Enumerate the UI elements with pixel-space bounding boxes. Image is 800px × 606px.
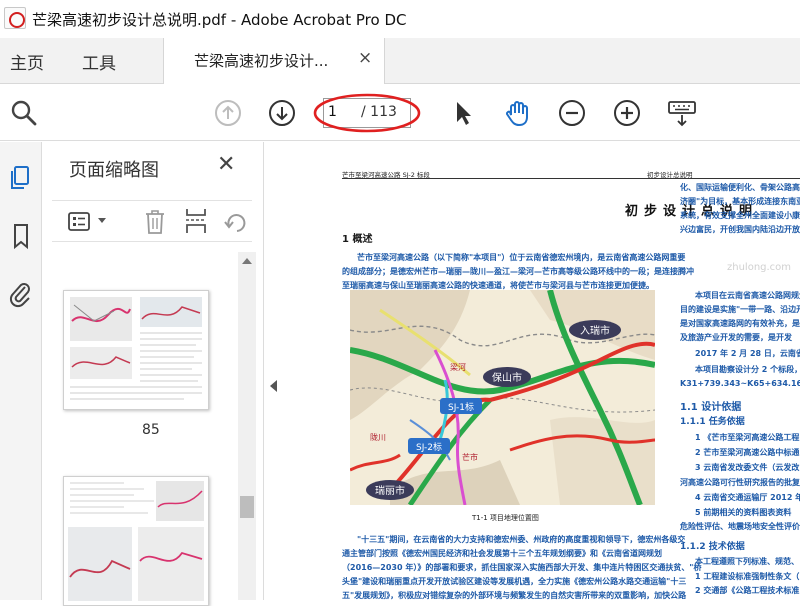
right-column-line: 本项目勘察设计分 2 个标段， — [695, 365, 800, 374]
zoom-out-icon[interactable] — [556, 97, 588, 129]
right-column-line: 本工程遵照下列标准、规范、 — [695, 557, 799, 566]
right-column-line: 危险性评估、地震场地安全性评价 — [680, 522, 800, 531]
right-column-line: 是对国家高速路网的有效补充，是 — [680, 319, 800, 328]
paragraph-line: 的组成部分；是德宏州芒市—瑞丽—陇川—盈江—梁河—芒市高等级公路环线中的一段；是… — [342, 267, 694, 276]
menu-tools[interactable]: 工具 — [82, 49, 116, 74]
page-thumbnails-icon[interactable] — [7, 164, 35, 192]
zoom-search-icon[interactable] — [8, 97, 40, 129]
map-label-segment: SJ-1标 — [448, 401, 474, 413]
section-heading-design-basis: 1.1 设计依据 — [680, 402, 742, 413]
paragraph-line: 芒市至梁河高速公路（以下简称"本项目"）位于云南省德宏州境内，是云南省高速公路网… — [357, 253, 686, 262]
menu-home[interactable]: 主页 — [10, 49, 44, 74]
section-heading-technical-basis: 1.1.2 技术依据 — [680, 542, 745, 552]
navigation-rail — [0, 142, 42, 600]
thumbnails-panel: 页面缩略图 ✕ 85 — [42, 142, 264, 606]
section-heading-task-basis: 1.1.1 任务依据 — [680, 417, 745, 427]
page-thumbnail-85[interactable] — [63, 290, 209, 410]
section-heading-overview: 1 概述 — [342, 234, 373, 245]
pdf-page: 芒市至梁河高速公路 SJ-2 标段 初步设计总说明 初步设计总说明 1 概述 芒… — [287, 142, 800, 600]
bookmarks-icon[interactable] — [7, 222, 35, 250]
paragraph-line: 头堡"建设和瑞丽重点开发开放试验区建设等发展机遇，全力实施《德宏州公路水路交通运… — [342, 577, 687, 586]
delete-page-icon[interactable] — [144, 209, 166, 235]
map-caption: T1-1 项目地理位置图 — [472, 514, 539, 522]
window-title: 芒梁高速初步设计总说明.pdf - Adobe Acrobat Pro DC — [32, 11, 407, 29]
chevron-down-icon[interactable] — [98, 218, 106, 224]
right-column-line: 3 云南省发改委文件（云发改 — [695, 463, 800, 472]
right-column-line: 1 《芒市至梁河高速公路工程 — [695, 433, 800, 442]
thumbnails-scrollbar[interactable] — [238, 252, 256, 600]
tab-bar: 主页 工具 芒梁高速初步设计... × — [0, 38, 800, 84]
document-view[interactable]: 芒市至梁河高速公路 SJ-2 标段 初步设计总说明 初步设计总说明 1 概述 芒… — [287, 142, 800, 600]
right-column-line: 化、国际运输便利化、骨架公路高 — [680, 183, 800, 192]
page-thumbnail-86[interactable] — [63, 476, 209, 606]
paragraph-line: 五"发展规划》，积极应对错综复杂的外部环境与频繁发生的自然灾害所带来的双重影响，… — [342, 591, 687, 600]
right-column-line: 目的建设是实施"一带一路、沿边开 — [680, 305, 800, 314]
collapse-panel-arrow[interactable] — [270, 380, 277, 392]
paragraph-line: 通主管部门按照《德宏州国民经济和社会发展第十三个五年规划纲要》和《云南省道网规划 — [342, 549, 662, 558]
thumbnails-toolbar — [52, 200, 252, 242]
header-rule — [342, 178, 800, 179]
paragraph-line: "十三五"期间，在云南省的大力支持和德宏州委、州政府的高度重视和领导下，德宏州各… — [357, 535, 686, 544]
close-panel-icon[interactable]: ✕ — [217, 152, 235, 177]
right-column-line: 及旅游产业开发的需要，是开发 — [680, 333, 792, 342]
zoom-in-icon[interactable] — [611, 97, 643, 129]
right-column-line: 2017 年 2 月 28 日，云南省发 — [695, 349, 800, 358]
red-annotation-ellipse — [313, 93, 421, 133]
map-label-city: 保山市 — [492, 371, 522, 384]
next-page-icon[interactable] — [266, 97, 298, 129]
right-column-line: 本项目在云南省高速公路网规划 — [695, 291, 800, 300]
document-tab-label: 芒梁高速初步设计... — [194, 52, 329, 70]
right-column-line: 1 工程建设标准强制性条文（ — [695, 572, 800, 581]
right-column-line: 5 前期相关的资料图表资料 — [695, 508, 792, 517]
right-column-line: 2 芒市至梁河高速公路中标通 — [695, 448, 800, 457]
scroll-up-arrow[interactable] — [242, 258, 252, 264]
acrobat-app-icon[interactable] — [4, 7, 26, 29]
attachments-icon[interactable] — [7, 280, 35, 308]
options-menu-icon[interactable] — [68, 211, 94, 233]
map-label-segment: SJ-2标 — [416, 441, 442, 453]
title-bar: 芒梁高速初步设计总说明.pdf - Adobe Acrobat Pro DC — [0, 0, 800, 38]
map-label-town: 陇川 — [370, 432, 386, 442]
right-column-line: 系统，有效支撑全州全面建设小康 — [680, 211, 800, 220]
rotate-page-icon[interactable] — [224, 209, 246, 233]
map-label-city: 瑞丽市 — [375, 484, 405, 497]
project-location-map: 入瑞市 保山市 SJ-1标 SJ-2标 梁河 芒市 陇川 瑞丽市 — [350, 290, 655, 505]
map-label-town: 梁河 — [450, 362, 466, 372]
right-column-line: K31+739.343~K65+634.162 及起 — [680, 379, 800, 388]
map-label-town: 芒市 — [462, 452, 478, 462]
right-column-line: 2 交通部《公路工程技术标准 — [695, 586, 800, 595]
close-tab-icon[interactable]: × — [358, 48, 372, 68]
hand-tool-icon[interactable] — [502, 97, 534, 129]
thumbnail-preview — [70, 297, 202, 400]
document-tab[interactable]: 芒梁高速初步设计... × — [163, 38, 385, 84]
previous-page-icon[interactable] — [212, 97, 244, 129]
right-column-line: 兴边富民，开创我国内陆沿边开放 — [680, 225, 800, 234]
scrollbar-thumb[interactable] — [240, 496, 254, 518]
extract-pages-icon[interactable] — [184, 207, 208, 235]
thumbnails-title: 页面缩略图 — [69, 160, 159, 181]
paragraph-line: （2016—2030 年）》的部署和要求，抓住国家深入实施西部大开发、集中连片特… — [342, 563, 702, 572]
thumbnail-preview — [68, 481, 204, 601]
right-column-line: 河高速公路可行性研究报告的批复 — [680, 478, 800, 487]
watermark: zhulong.com — [727, 262, 792, 273]
thumbnail-page-number: 85 — [142, 422, 160, 438]
right-column-line: 4 云南省交通运输厅 2012 年 — [695, 493, 800, 502]
map-label-city: 入瑞市 — [580, 324, 610, 337]
select-cursor-icon[interactable] — [447, 97, 479, 129]
keyboard-scroll-icon[interactable] — [666, 97, 698, 129]
right-column-line: 济圈"为目标，基本形成连接东南亚 — [680, 197, 800, 206]
